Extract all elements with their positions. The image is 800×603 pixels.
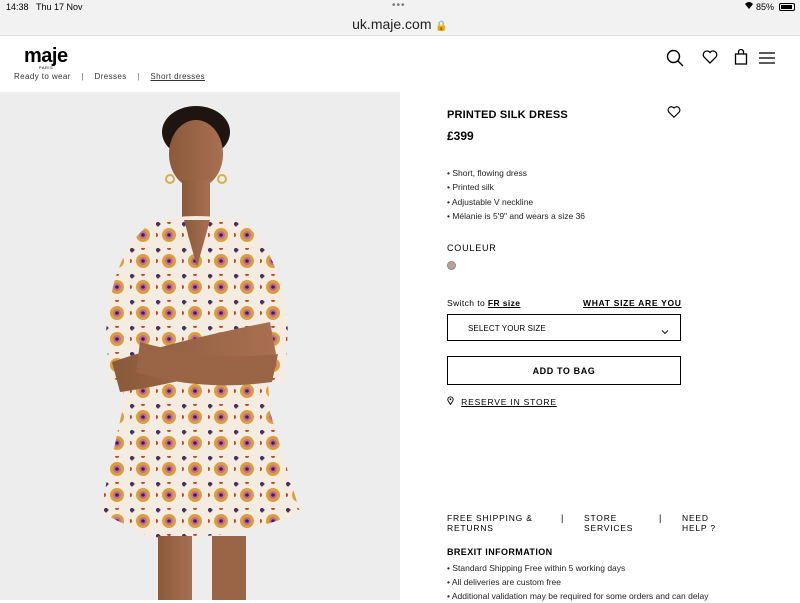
colour-label: COULEUR <box>447 243 497 253</box>
detail-item: Mélanie is 5'9" and wears a size 36 <box>447 209 585 223</box>
more-dots-icon[interactable]: ••• <box>392 0 406 11</box>
brexit-item: Standard Shipping Free within 5 working … <box>447 561 708 575</box>
reserve-in-store[interactable]: RESERVE IN STORE <box>447 396 557 407</box>
fr-size-link[interactable]: FR size <box>488 298 521 308</box>
location-pin-icon <box>447 396 455 407</box>
heart-icon[interactable] <box>702 49 720 67</box>
status-date: Thu 17 Nov <box>36 2 83 12</box>
brexit-title: BREXIT INFORMATION <box>447 547 553 557</box>
brexit-list: Standard Shipping Free within 5 working … <box>447 561 709 603</box>
add-to-bag-button[interactable]: ADD TO BAG <box>447 356 681 385</box>
breadcrumb-item-ready-to-wear[interactable]: Ready to wear <box>14 72 71 81</box>
detail-item: Short, flowing dress <box>447 166 585 180</box>
need-help-link[interactable]: NEED HELP ? <box>682 513 716 533</box>
logo-subtitle: PARIS <box>39 65 54 70</box>
battery-percent: 85% <box>756 2 775 12</box>
chevron-down-icon <box>661 323 669 335</box>
detail-item: Adjustable V neckline <box>447 195 585 209</box>
brexit-item: All deliveries are custom free <box>447 575 708 589</box>
service-separator: | <box>561 513 565 523</box>
breadcrumb-item-dresses[interactable]: Dresses <box>95 72 127 81</box>
breadcrumb-separator: | <box>137 72 140 81</box>
brexit-item: Additional validation may be required fo… <box>447 589 709 603</box>
wishlist-heart-icon[interactable] <box>667 105 681 119</box>
url-text[interactable]: uk.maje.com 🔒 <box>0 16 800 32</box>
address-bar[interactable]: uk.maje.com 🔒 <box>0 14 800 36</box>
ios-status-bar: 14:38 Thu 17 Nov ••• 85% <box>0 0 800 14</box>
detail-item: Printed silk <box>447 180 585 194</box>
size-select[interactable]: SELECT YOUR SIZE <box>447 314 681 341</box>
reserve-in-store-link[interactable]: RESERVE IN STORE <box>461 397 557 407</box>
breadcrumb-item-short-dresses[interactable]: Short dresses <box>150 72 205 81</box>
menu-icon[interactable] <box>758 49 776 67</box>
size-switch: Switch to FR size <box>447 298 521 308</box>
battery-icon <box>779 3 795 11</box>
product-details-list: Short, flowing dress Printed silk Adjust… <box>447 166 585 223</box>
store-services-link[interactable]: STORE SERVICES <box>584 513 633 533</box>
colour-swatch[interactable] <box>447 261 456 270</box>
product-title: PRINTED SILK DRESS <box>447 109 568 121</box>
breadcrumb-separator: | <box>81 72 84 81</box>
breadcrumb: Ready to wear | Dresses | Short dresses <box>14 72 213 81</box>
lock-icon: 🔒 <box>435 21 448 32</box>
product-image[interactable] <box>0 92 400 600</box>
status-time: 14:38 <box>6 2 29 12</box>
size-select-label: SELECT YOUR SIZE <box>468 324 546 333</box>
free-shipping-link[interactable]: FREE SHIPPING & RETURNS <box>447 513 533 533</box>
product-price: £399 <box>447 129 474 143</box>
site-header: maje PARIS <box>0 37 800 77</box>
what-size-link[interactable]: WHAT SIZE ARE YOU <box>583 298 682 308</box>
search-icon[interactable] <box>666 49 684 67</box>
wifi-icon <box>744 1 754 12</box>
model-photo-illustration <box>100 106 300 600</box>
bag-icon[interactable] <box>733 48 751 67</box>
service-separator: | <box>659 513 663 523</box>
